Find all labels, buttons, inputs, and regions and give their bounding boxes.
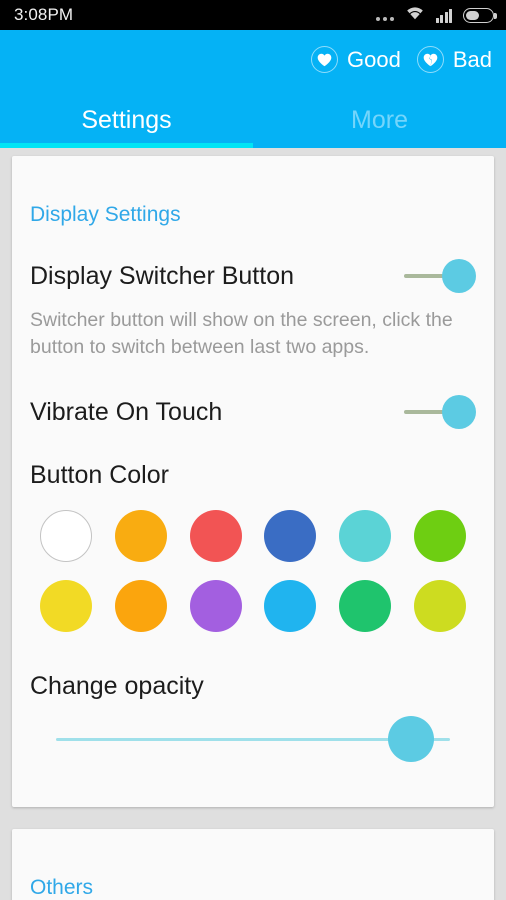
wifi-icon [405,5,425,25]
color-swatch-row [40,510,466,562]
more-dots-icon [375,6,394,24]
opacity-section: Change opacity [30,632,476,807]
tab-more[interactable]: More [253,93,506,148]
vibrate-label: Vibrate On Touch [30,398,223,426]
color-swatch-emerald[interactable] [339,580,392,632]
signal-icon [435,8,452,23]
color-swatch-yellow[interactable] [40,580,92,632]
color-swatch-orange[interactable] [114,580,167,632]
rate-good-button[interactable]: Good [311,46,401,73]
color-swatch-turquoise[interactable] [339,510,392,562]
button-color-label: Button Color [30,461,169,489]
heart-icon [311,46,339,73]
opacity-slider[interactable] [30,715,476,763]
display-settings-header: Display Settings [30,203,181,226]
color-swatch-coral-red[interactable] [189,510,242,562]
toggle-thumb [442,395,476,429]
tab-settings[interactable]: Settings [0,93,253,148]
display-switcher-label: Display Switcher Button [30,262,295,290]
opacity-slider-track [56,716,450,762]
setting-row-vibrate[interactable]: Vibrate On Touch [30,361,476,429]
others-card: Others [12,829,494,900]
color-swatch-row [40,580,466,632]
settings-scroll-area[interactable]: Display Settings Display Switcher Button… [0,148,506,900]
display-settings-card: Display Settings Display Switcher Button… [12,156,494,807]
rate-good-label: Good [347,46,401,72]
rate-bad-button[interactable]: Bad [416,46,492,73]
color-swatch-white[interactable] [40,510,92,562]
display-switcher-toggle[interactable] [404,259,476,293]
rate-bad-label: Bad [452,46,492,72]
rating-buttons: Good Bad [311,46,492,73]
vibrate-toggle[interactable] [404,395,476,429]
setting-row-display-switcher[interactable]: Display Switcher Button [30,225,476,293]
color-swatch-green[interactable] [413,510,466,562]
button-color-section: Button Color [30,429,476,632]
color-swatch-royal-blue[interactable] [264,510,317,562]
phone-screen: 3:08PM Good Bad Settings More Display Se… [0,0,506,900]
tab-bar: Settings More [0,93,506,148]
status-clock: 3:08PM [14,5,74,24]
color-swatch-lime[interactable] [413,580,466,632]
color-swatch-purple[interactable] [189,580,242,632]
color-swatch-sky-blue[interactable] [264,580,317,632]
status-icons [375,5,497,25]
tab-more-label: More [351,106,408,134]
opacity-label: Change opacity [30,672,204,700]
display-switcher-description: Switcher button will show on the screen,… [30,309,453,358]
app-bar: Good Bad Settings More [0,30,506,148]
status-bar: 3:08PM [0,0,506,30]
opacity-slider-thumb[interactable] [387,716,434,762]
color-swatch-grid [30,488,476,632]
tab-settings-label: Settings [81,106,172,134]
toggle-thumb [442,259,476,293]
color-swatch-amber[interactable] [114,510,167,562]
battery-icon [463,7,497,23]
broken-heart-icon [416,46,444,73]
others-header: Others [30,876,94,899]
